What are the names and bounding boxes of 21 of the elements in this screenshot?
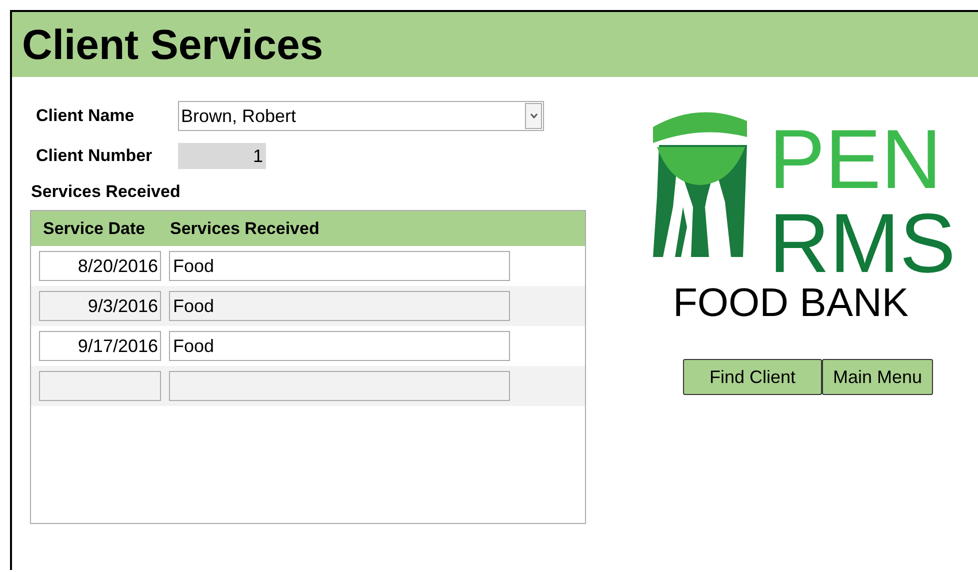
form-button[interactable]: Find Client (683, 359, 822, 395)
column-header: Service Date (43, 218, 146, 238)
client-number-label: Client Number (35, 146, 154, 166)
client-number-field: 1 (178, 143, 266, 169)
form-button[interactable]: Main Menu (822, 359, 934, 395)
service-date-field[interactable]: 8/20/2016 (39, 251, 161, 281)
service-field[interactable] (169, 371, 510, 401)
service-field[interactable]: Food (169, 291, 510, 321)
service-date-field[interactable]: 9/17/2016 (39, 331, 161, 361)
service-field[interactable]: Food (169, 331, 510, 361)
service-date-field[interactable]: 9/3/2016 (39, 291, 161, 321)
column-header: Services Received (170, 218, 320, 238)
client-name-label: Client Name (35, 106, 136, 126)
client-name-dropdown[interactable]: Brown, Robert (178, 101, 544, 131)
logo-text: RMS (769, 201, 956, 285)
service-field[interactable]: Food (169, 251, 510, 281)
logo-text: FOOD BANK (673, 283, 909, 323)
form-title: Client Services (22, 20, 324, 68)
services-received-label: Services Received (31, 182, 182, 202)
logo-text: PEN (769, 117, 942, 201)
service-date-field[interactable] (39, 371, 161, 401)
